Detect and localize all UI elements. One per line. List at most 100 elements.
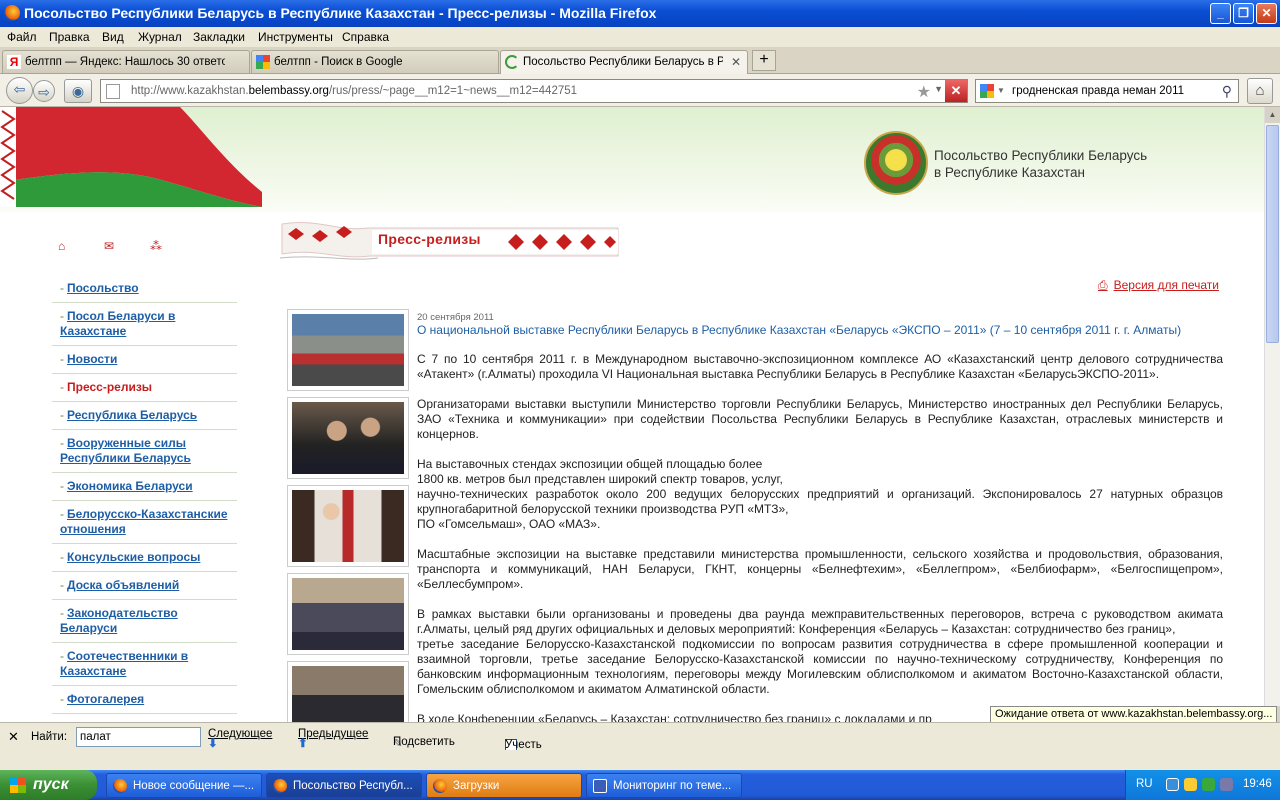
volume-icon[interactable] (1184, 778, 1197, 791)
firefox-icon (113, 779, 127, 793)
sidebar-item-relations[interactable]: - Белорусско-Казахстанские отношения (52, 501, 237, 544)
yandex-icon: Я (7, 55, 21, 69)
sidebar-item-gallery[interactable]: - Фотогалерея (52, 686, 237, 714)
tray-app-icon[interactable] (1202, 778, 1215, 791)
engine-dropdown-icon[interactable]: ▼ (997, 86, 1005, 95)
browser-status-bar (0, 750, 1280, 770)
sidebar-item-press-releases[interactable]: - Пресс-релизы (52, 374, 237, 402)
network-icon[interactable] (1166, 778, 1179, 791)
photo-column (287, 309, 409, 722)
search-icon[interactable]: ⚲ (1222, 83, 1232, 100)
article-title[interactable]: О национальной выставке Республики Белар… (417, 323, 1227, 338)
firefox-icon (273, 779, 287, 793)
embassy-name: Посольство Республики Беларусь в Республ… (934, 148, 1148, 180)
paragraph: На выставочных стендах экспозиции общей … (417, 457, 1223, 531)
find-previous-button[interactable]: ⬆ Предыдущее (298, 728, 368, 750)
tab-google[interactable]: белтпп - Поиск в Google (251, 50, 499, 73)
close-tab-icon[interactable]: ✕ (731, 55, 741, 69)
section-title: Пресс-релизы (378, 231, 481, 247)
sidebar-item-news[interactable]: - Новости (52, 346, 237, 374)
menu-history[interactable]: Журнал (138, 30, 182, 44)
stop-button[interactable]: ✕ (945, 80, 967, 102)
close-findbar-icon[interactable]: ✕ (8, 729, 19, 745)
menu-bookmarks[interactable]: Закладки (193, 30, 245, 44)
tab-embassy[interactable]: Посольство Республики Беларусь в Ре... ✕ (500, 50, 748, 74)
clock: 19:46 (1243, 778, 1272, 790)
photo-thumbnail[interactable] (287, 661, 409, 722)
sidebar-item-armed-forces[interactable]: - Вооруженные силы Республики Беларусь (52, 430, 237, 473)
identity-button[interactable]: ◉ (64, 79, 92, 103)
find-input[interactable] (76, 727, 201, 747)
windows-logo-icon (10, 777, 26, 793)
url-dropdown-icon[interactable]: ▼ (934, 84, 943, 94)
sidebar-item-consular[interactable]: - Консульские вопросы (52, 544, 237, 572)
taskbar-item-monitoring[interactable]: Мониторинг по теме... (586, 773, 742, 798)
mail-icon[interactable]: ✉ (104, 239, 114, 253)
language-indicator[interactable]: RU (1136, 778, 1153, 790)
photo-thumbnail[interactable] (287, 397, 409, 479)
belarus-flag-image (0, 107, 262, 207)
new-tab-button[interactable]: + (752, 50, 776, 71)
start-button[interactable]: пуск (0, 770, 97, 800)
find-next-button[interactable]: ⬇ Следующее (208, 728, 272, 750)
photo-thumbnail[interactable] (287, 485, 409, 567)
maximize-button[interactable]: ❐ (1233, 3, 1254, 24)
search-input[interactable] (1012, 85, 1208, 97)
menu-view[interactable]: Вид (102, 30, 124, 44)
photo-thumbnail[interactable] (287, 309, 409, 391)
forward-button[interactable]: ⇨ (33, 80, 55, 102)
sidebar-item-economy[interactable]: - Экономика Беларуси (52, 473, 237, 501)
sidebar-item-embassy[interactable]: - Посольство (52, 275, 237, 303)
status-tooltip: Ожидание ответа от www.kazakhstan.belemb… (990, 706, 1278, 723)
sitemap-icon[interactable]: ⁂ (150, 239, 162, 253)
paragraph: В рамках выставки были организованы и пр… (417, 607, 1223, 696)
menu-file[interactable]: Файл (7, 30, 37, 44)
find-label: Найти: (31, 731, 68, 743)
sidebar-item-compatriots[interactable]: - Соотечественники в Казахстане (52, 643, 237, 686)
arrow-down-icon: ⬇ (208, 738, 218, 750)
system-tray: RU 19:46 (1125, 770, 1280, 800)
close-button[interactable]: ✕ (1256, 3, 1277, 24)
word-icon (593, 779, 607, 793)
print-version-link[interactable]: ⎙ Версия для печати (1098, 278, 1219, 293)
paragraph: Масштабные экспозиции на выставке предст… (417, 547, 1223, 591)
vertical-scrollbar[interactable]: ▲ ▼ (1264, 107, 1280, 722)
sidebar-item-republic[interactable]: - Республика Беларусь (52, 402, 237, 430)
menu-edit[interactable]: Правка (49, 30, 90, 44)
sidebar-item-legislation[interactable]: - Законодательство Беларуси (52, 600, 237, 643)
back-button[interactable]: ⇦ (6, 77, 33, 104)
google-icon (256, 55, 270, 69)
page-icon (106, 84, 120, 99)
search-bar[interactable]: ▼ ⚲ (975, 79, 1239, 103)
minimize-button[interactable]: _ (1210, 3, 1231, 24)
sidebar-item-board[interactable]: - Доска объявлений (52, 572, 237, 600)
bookmark-star-icon[interactable]: ★ (917, 82, 931, 102)
photo-thumbnail[interactable] (287, 573, 409, 655)
home-button[interactable]: ⌂ (1247, 78, 1273, 104)
tray-app-icon[interactable] (1220, 778, 1233, 791)
firefox-icon (4, 5, 20, 21)
taskbar-item-new-message[interactable]: Новое сообщение —... (106, 773, 262, 798)
menu-help[interactable]: Справка (342, 30, 389, 44)
home-icon[interactable]: ⌂ (58, 239, 65, 253)
tab-yandex[interactable]: Я белтпп — Яндекс: Нашлось 30 ответов (2, 50, 250, 73)
article-date: 20 сентября 2011 (417, 312, 494, 323)
web-page: Посольство Республики Беларусь в Республ… (0, 107, 1264, 722)
taskbar-item-embassy[interactable]: Посольство Республ... (266, 773, 422, 798)
paragraph: Организаторами выставки выступили Минист… (417, 397, 1223, 441)
scroll-up-icon[interactable]: ▲ (1265, 107, 1280, 123)
printer-icon: ⎙ (1098, 278, 1108, 292)
sidebar-item-ambassador[interactable]: - Посол Беларуси в Казахстане (52, 303, 237, 346)
find-bar: ✕ Найти: ⬇ Следующее ⬆ Предыдущее ✎ Подс… (0, 722, 1280, 763)
menu-tools[interactable]: Инструменты (258, 30, 333, 44)
paragraph: С 7 по 10 сентября 2011 г. в Международн… (417, 352, 1223, 381)
utility-icons: ⌂ ✉ ⁂ (56, 239, 176, 255)
taskbar: пуск Новое сообщение —... Посольство Рес… (0, 770, 1280, 800)
article-body: С 7 по 10 сентября 2011 г. в Международн… (417, 352, 1223, 722)
address-bar[interactable]: http://www.kazakhstan.belembassy.org/rus… (100, 79, 968, 103)
google-engine-icon[interactable] (980, 84, 994, 98)
scroll-thumb[interactable] (1266, 125, 1279, 343)
arrow-up-icon: ⬆ (298, 738, 308, 750)
taskbar-item-downloads[interactable]: Загрузки (426, 773, 582, 798)
menu-bar: Файл Правка Вид Журнал Закладки Инструме… (0, 27, 1280, 47)
